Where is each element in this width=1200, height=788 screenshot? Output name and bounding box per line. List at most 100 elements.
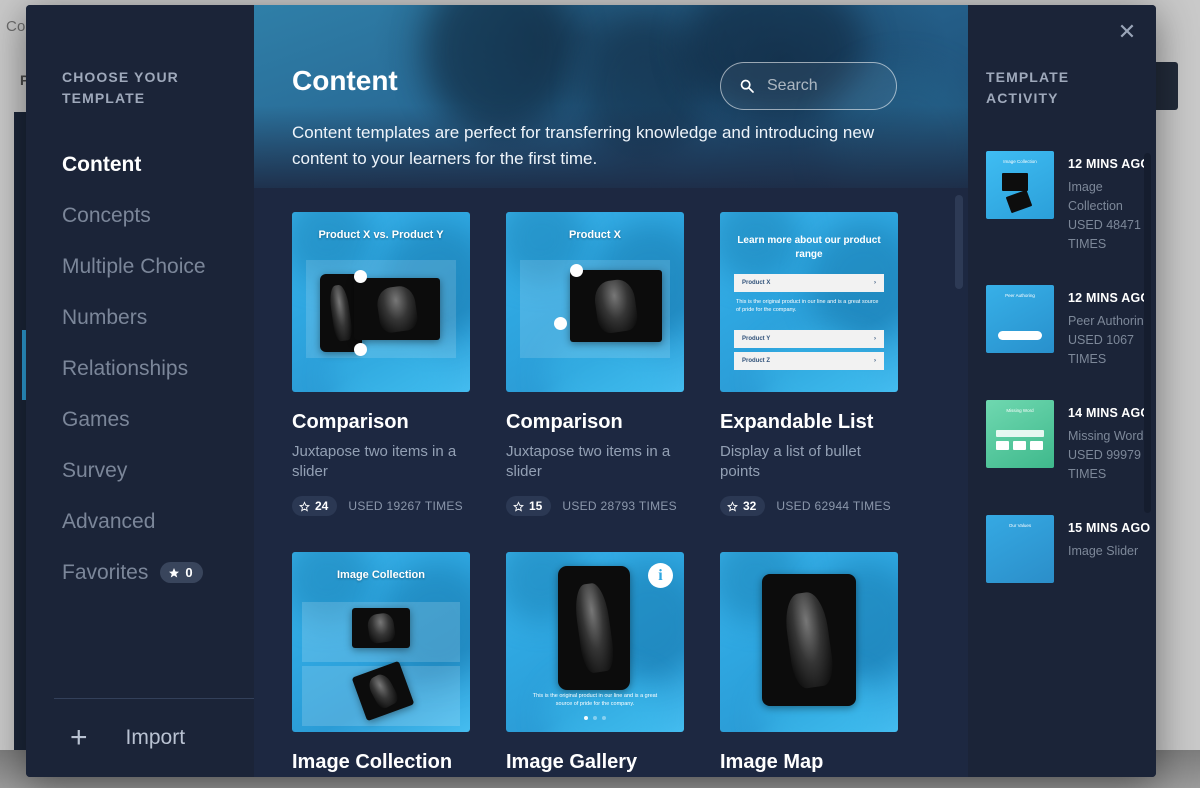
template-thumbnail-image-collection[interactable]: Image Collection [292,552,470,732]
slider-handle-bottom[interactable] [354,343,367,356]
sidebar-item-favorites[interactable]: Favorites 0 [26,547,254,598]
search-box[interactable] [720,62,897,110]
search-icon [740,79,754,93]
list-row-label: Product X [742,280,771,286]
slider-handle-top[interactable] [354,270,367,283]
import-button[interactable]: + Import [26,699,254,777]
card-meta: 15 USED 28793 TIMES [506,496,684,516]
activity-thumbnail: Missing Word [986,400,1054,468]
thumbnail-list-row: Product X › [734,274,884,292]
star-count-badge[interactable]: 24 [292,496,338,516]
import-label: Import [125,726,186,749]
activity-text: 14 MINS AGO Missing Word USED 99979 TIME… [1068,400,1156,484]
sidebar-item-survey[interactable]: Survey [26,445,254,496]
favorites-count: 0 [185,565,193,580]
device-phone-image [762,574,856,706]
template-category-sidebar: CHOOSE YOUR TEMPLATE Content Concepts Mu… [26,5,254,777]
card-description: Juxtapose two items in a slider [506,443,671,480]
chevron-down-icon: › [874,336,876,342]
sidebar-item-relationships[interactable]: Relationships [26,343,254,394]
template-thumbnail-image-gallery[interactable]: i This is the original product in our li… [506,552,684,732]
template-card[interactable]: Image Map [720,552,898,774]
slider-handle-top[interactable] [570,264,583,277]
sidebar-item-content[interactable]: Content [26,139,254,190]
sidebar-item-label: Advanced [62,509,156,533]
activity-text: 15 MINS AGO Image Slider [1068,515,1150,583]
search-input[interactable] [767,77,878,95]
star-count-badge[interactable]: 15 [506,496,552,516]
list-row-label: Product Y [742,336,771,342]
template-card[interactable]: Product X Comparison Juxtapose two items… [506,212,684,516]
thumbnail-caption: This is the original product in our line… [532,693,658,707]
page-description: Content templates are perfect for transf… [292,123,875,168]
template-thumbnail-comparison-1[interactable]: Product X vs. Product Y [292,212,470,392]
page-title: Content [292,65,398,96]
carousel-dot[interactable] [602,716,606,720]
activity-text: 12 MINS AGO Peer Authoring USED 1067 TIM… [1068,285,1156,369]
activity-thumbnail-caption: Missing Word [1006,408,1034,413]
carousel-dot[interactable] [593,716,597,720]
thumbnail-title: Product X [569,229,621,241]
activity-time: 15 MINS AGO [1068,521,1151,535]
template-card[interactable]: i This is the original product in our li… [506,552,684,774]
hero-banner: Content Content templates are perfect fo… [254,5,968,188]
star-icon [169,567,180,577]
sidebar-item-concepts[interactable]: Concepts [26,190,254,241]
thumbnail-list-row: Product Z › [734,352,884,370]
template-chooser-modal: ✕ CHOOSE YOUR TEMPLATE Content Concepts … [26,5,1156,777]
template-thumbnail-comparison-2[interactable]: Product X [506,212,684,392]
close-icon[interactable]: ✕ [1112,17,1142,47]
template-thumbnail-image-map[interactable] [720,552,898,732]
card-title: Expandable List [720,411,874,433]
activity-thumbnail: Image Collection [986,151,1054,219]
template-card[interactable]: Product X vs. Product Y Comparison Juxta… [292,212,470,516]
activity-scrollbar[interactable] [1144,153,1151,513]
card-title: Image Map [720,751,824,773]
star-count: 24 [315,499,329,513]
carousel-dot-active[interactable] [584,716,588,720]
card-description: Display a list of bullet points [720,443,861,480]
info-icon[interactable]: i [648,563,673,588]
activity-time: 12 MINS AGO [1068,291,1151,305]
card-row: Product X vs. Product Y Comparison Juxta… [292,212,930,516]
template-main-content: Content Content templates are perfect fo… [254,5,968,777]
thumbnail-list-body: This is the original product in our line… [736,299,879,313]
main-scrollbar[interactable] [955,195,963,289]
star-count-badge[interactable]: 32 [720,496,766,516]
activity-item[interactable]: Peer Authoring 12 MINS AGO Peer Authorin… [986,285,1156,369]
background-text-primary: Co [6,18,26,35]
carousel-dots[interactable] [506,716,684,720]
card-title: Image Gallery [506,751,638,773]
activity-item[interactable]: Missing Word 14 MINS AGO Missing Word US… [986,400,1156,484]
activity-heading: TEMPLATE ACTIVITY [986,69,1070,106]
activity-description: Missing Word USED 99979 TIMES [1068,429,1144,481]
list-row-label: Product Z [742,358,770,364]
sidebar-item-label: Concepts [62,203,151,227]
card-title: Comparison [292,411,409,433]
thumbnail-title: Learn more about our product range [737,235,881,260]
activity-time: 12 MINS AGO [1068,157,1151,171]
slider-handle-mid[interactable] [554,317,567,330]
activity-item[interactable]: Our Values 15 MINS AGO Image Slider [986,515,1156,583]
star-count: 15 [529,499,543,513]
activity-item[interactable]: Image Collection 12 MINS AGO Image Colle… [986,151,1156,254]
plus-icon: + [70,721,88,754]
device-laptop-image [570,270,662,342]
sidebar-item-games[interactable]: Games [26,394,254,445]
sidebar-item-advanced[interactable]: Advanced [26,496,254,547]
device-laptop-image [352,608,410,648]
device-phone-image [558,566,630,690]
template-card[interactable]: Learn more about our product range Produ… [720,212,898,516]
sidebar-item-label: Games [62,407,130,431]
sidebar-heading: CHOOSE YOUR TEMPLATE [62,69,179,106]
sidebar-item-numbers[interactable]: Numbers [26,292,254,343]
star-icon [513,500,524,512]
template-thumbnail-expandable-list[interactable]: Learn more about our product range Produ… [720,212,898,392]
card-description: Juxtapose two items in a slider [292,443,457,480]
template-card[interactable]: Image Collection Image Collection [292,552,470,774]
sidebar-item-multiple-choice[interactable]: Multiple Choice [26,241,254,292]
device-laptop-image [354,278,440,340]
thumbnail-title: Image Collection [336,569,426,581]
thumbnail-list-row: Product Y › [734,330,884,348]
sidebar-item-label: Favorites [62,560,149,584]
